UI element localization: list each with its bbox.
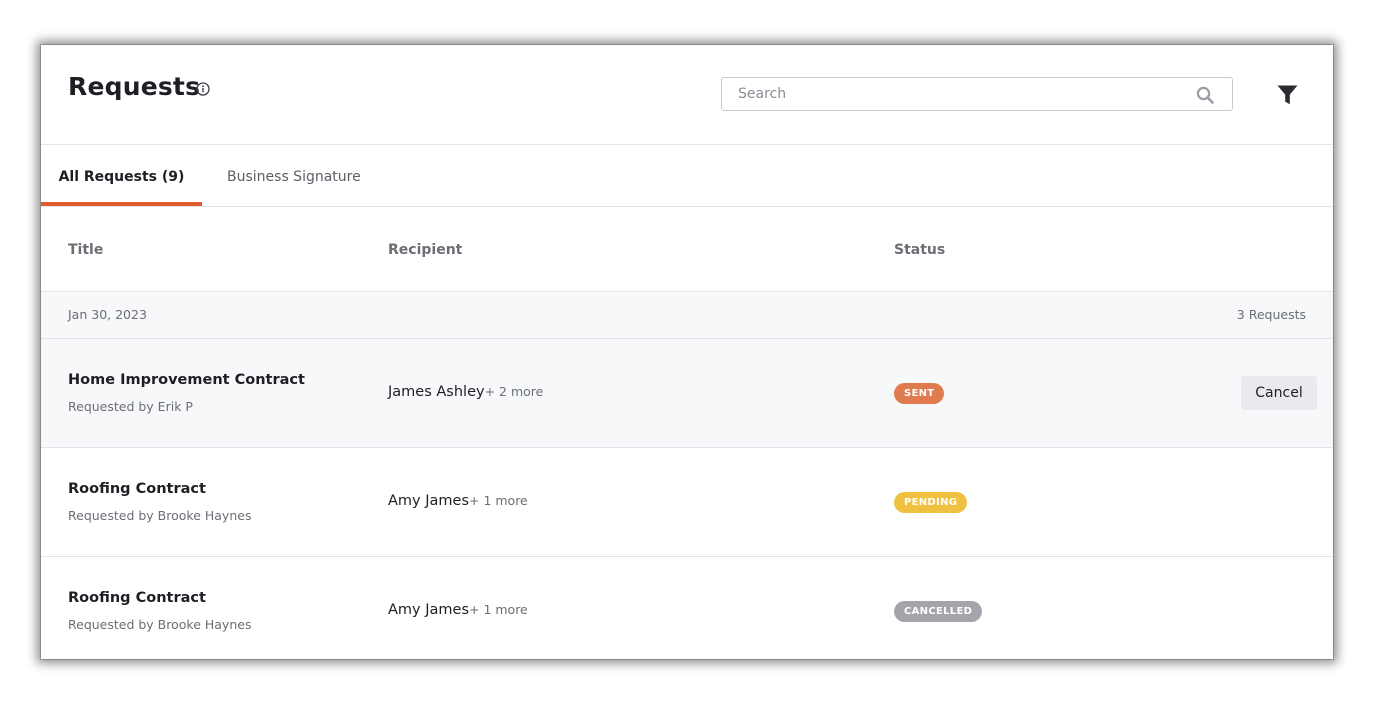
tabs: All Requests (9) Business Signature	[41, 145, 1333, 207]
tab-all-requests[interactable]: All Requests (9)	[41, 145, 202, 206]
recipient: James Ashley+ 2 more	[388, 384, 543, 400]
search-box[interactable]	[721, 77, 1233, 111]
recipient-more[interactable]: + 2 more	[485, 384, 544, 399]
request-title[interactable]: Home Improvement Contract	[68, 372, 305, 388]
column-header-title[interactable]: Title	[68, 242, 103, 258]
recipient-name: Amy James	[388, 493, 469, 509]
table-row[interactable]: Roofing Contract Requested by Brooke Hay…	[41, 557, 1333, 659]
status-badge: PENDING	[894, 492, 968, 513]
table-header: Title Recipient Status	[41, 207, 1333, 292]
search-icon[interactable]	[1196, 86, 1214, 104]
search-input[interactable]	[722, 78, 1182, 110]
requests-panel: Requests All Requests (9) Business Signa…	[41, 45, 1333, 659]
recipient: Amy James+ 1 more	[388, 493, 528, 509]
group-request-count: 3 Requests	[1236, 307, 1306, 322]
table-row[interactable]: Home Improvement Contract Requested by E…	[41, 339, 1333, 448]
recipient-name: Amy James	[388, 602, 469, 618]
page-header: Requests	[41, 45, 1333, 145]
table-row[interactable]: Roofing Contract Requested by Brooke Hay…	[41, 448, 1333, 557]
recipient: Amy James+ 1 more	[388, 602, 528, 618]
column-header-recipient[interactable]: Recipient	[388, 242, 462, 258]
recipient-more[interactable]: + 1 more	[469, 493, 528, 508]
recipient-more[interactable]: + 1 more	[469, 602, 528, 617]
info-icon[interactable]	[196, 82, 210, 96]
group-date: Jan 30, 2023	[68, 307, 147, 322]
tab-business-signature[interactable]: Business Signature	[227, 145, 361, 206]
requested-by: Requested by Erik P	[68, 399, 193, 414]
recipient-name: James Ashley	[388, 384, 485, 400]
requested-by: Requested by Brooke Haynes	[68, 508, 252, 523]
requested-by: Requested by Brooke Haynes	[68, 617, 252, 632]
column-header-status[interactable]: Status	[894, 242, 945, 258]
request-title[interactable]: Roofing Contract	[68, 481, 206, 497]
status-badge: SENT	[894, 383, 945, 404]
filter-icon[interactable]	[1277, 85, 1298, 105]
status-badge: CANCELLED	[894, 601, 983, 622]
date-group-row: Jan 30, 2023 3 Requests	[41, 292, 1333, 339]
cancel-button[interactable]: Cancel	[1241, 376, 1317, 410]
page-title: Requests	[68, 72, 201, 101]
request-title[interactable]: Roofing Contract	[68, 590, 206, 606]
